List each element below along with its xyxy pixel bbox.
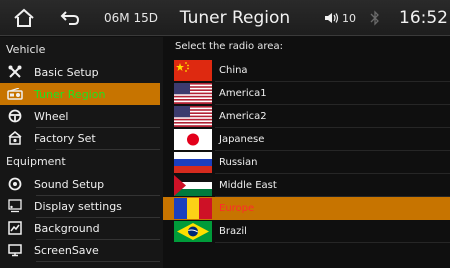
region-europe[interactable]: Europe — [163, 197, 450, 220]
sidebar-item-label: Wheel — [34, 109, 69, 123]
background-icon — [0, 221, 30, 235]
sidebar-item-label: ScreenSave — [34, 243, 99, 257]
region-name: Japanese — [219, 134, 265, 145]
russia-flag-icon — [174, 152, 212, 173]
region-china[interactable]: China — [163, 59, 450, 82]
region-middle-east[interactable]: Middle East — [163, 174, 450, 197]
brazil-flag-icon — [174, 221, 212, 242]
settings-sidebar: Vehicle Basic Setup Tuner Region Wheel F… — [0, 37, 163, 268]
factory-icon — [0, 131, 30, 145]
region-panel: Select the radio area: China America1 Am… — [163, 37, 450, 268]
region-brazil[interactable]: Brazil — [163, 220, 450, 243]
region-name: China — [219, 65, 248, 76]
sidebar-item-label: Background — [34, 221, 100, 235]
region-america1[interactable]: America1 — [163, 82, 450, 105]
sidebar-item-factory-set[interactable]: Factory Set — [0, 127, 160, 150]
home-button[interactable] — [6, 0, 42, 36]
back-button[interactable] — [52, 0, 88, 36]
sidebar-item-wheel[interactable]: Wheel — [0, 105, 160, 128]
region-name: Middle East — [219, 180, 277, 191]
usa-flag-icon — [174, 106, 212, 127]
sidebar-item-basic-setup[interactable]: Basic Setup — [0, 61, 160, 84]
volume-level: 10 — [342, 11, 356, 25]
sidebar-item-tuner-region[interactable]: Tuner Region — [0, 83, 160, 105]
region-name: America1 — [219, 88, 267, 99]
back-arrow-icon — [60, 11, 80, 25]
tools-icon — [0, 65, 30, 79]
europe-flag-icon — [174, 198, 212, 219]
middle-east-flag-icon — [174, 175, 212, 196]
sidebar-item-label: Factory Set — [34, 131, 96, 145]
steering-wheel-icon — [0, 109, 30, 123]
japan-flag-icon — [174, 129, 212, 150]
usa-flag-icon — [174, 83, 212, 104]
region-name: America2 — [219, 111, 267, 122]
sidebar-item-background[interactable]: Background — [0, 217, 160, 240]
region-name: Europe — [219, 203, 255, 214]
sidebar-item-label: Basic Setup — [34, 65, 99, 79]
china-flag-icon — [174, 60, 212, 81]
bluetooth-icon — [370, 10, 379, 26]
region-name: Russian — [219, 157, 258, 168]
section-vehicle: Vehicle — [6, 43, 46, 56]
sound-icon — [0, 177, 30, 191]
radio-icon — [0, 88, 30, 100]
region-name: Brazil — [219, 226, 247, 237]
sidebar-item-sound-setup[interactable]: Sound Setup — [0, 173, 160, 196]
page-title: Tuner Region — [179, 8, 291, 28]
section-equipment: Equipment — [6, 155, 66, 168]
region-america2[interactable]: America2 — [163, 105, 450, 128]
region-russian[interactable]: Russian — [163, 151, 450, 174]
bluetooth-status — [370, 0, 380, 36]
region-japanese[interactable]: Japanese — [163, 128, 450, 151]
status-bar: 06M 15D Tuner Region 10 16:52 — [0, 0, 450, 36]
sidebar-item-label: Tuner Region — [34, 87, 106, 101]
date-display: 06M 15D — [104, 11, 158, 25]
home-icon — [14, 8, 34, 27]
display-icon — [0, 199, 30, 213]
speaker-icon — [325, 13, 339, 23]
tuner-region-screen: 06M 15D Tuner Region 10 16:52 Vehicle Ba… — [0, 0, 450, 268]
volume-indicator[interactable]: 10 — [324, 0, 356, 36]
screensave-icon — [0, 243, 30, 257]
sidebar-item-display-settings[interactable]: Display settings — [0, 195, 160, 218]
sidebar-item-label: Display settings — [34, 199, 122, 213]
sidebar-item-label: Sound Setup — [34, 177, 105, 191]
clock: 16:52 — [399, 8, 448, 28]
sidebar-item-screensave[interactable]: ScreenSave — [0, 239, 160, 262]
region-prompt: Select the radio area: — [175, 41, 283, 52]
